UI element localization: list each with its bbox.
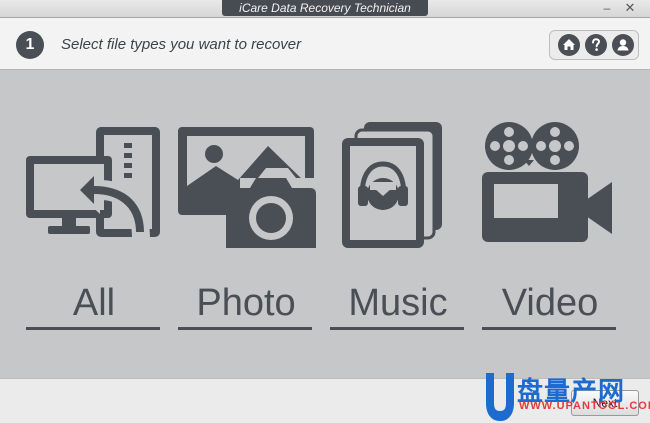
title-bar[interactable]: iCare Data Recovery Technician – ✕ <box>0 0 650 18</box>
file-type-video[interactable]: Video <box>480 120 620 335</box>
home-button[interactable] <box>558 34 580 56</box>
help-icon <box>592 38 601 51</box>
file-type-label: Video <box>501 282 599 324</box>
file-type-label: Music <box>348 282 448 324</box>
watermark-u-logo-icon <box>486 373 514 421</box>
step-number-badge: 1 <box>16 31 44 59</box>
home-icon <box>563 39 575 50</box>
close-button[interactable]: ✕ <box>620 1 640 15</box>
label-underline <box>330 327 464 330</box>
watermark-brand-en: WWW.UPANTOOL.COM <box>519 400 650 412</box>
label-underline <box>178 327 312 330</box>
app-window: iCare Data Recovery Technician – ✕ 1 Sel… <box>0 0 650 423</box>
help-button[interactable] <box>585 34 607 56</box>
step-instruction: Select file types you want to recover <box>61 36 302 53</box>
minimize-button[interactable]: – <box>597 1 617 15</box>
file-type-all[interactable]: All <box>24 120 164 335</box>
file-type-label: Photo <box>196 282 296 324</box>
header-button-group <box>549 30 639 60</box>
label-underline <box>482 327 616 330</box>
account-button[interactable] <box>612 34 634 56</box>
window-title: iCare Data Recovery Technician <box>222 0 428 16</box>
file-type-music[interactable]: Music <box>328 120 468 335</box>
music-headphones-icon <box>342 122 442 248</box>
footer-bar: Next 盘量产网 WWW.UPANTOOL.COM <box>0 373 650 423</box>
file-type-label: All <box>72 282 116 324</box>
file-type-photo[interactable]: Photo <box>176 120 316 335</box>
label-underline <box>26 327 160 330</box>
computer-transfer-icon <box>26 127 160 238</box>
photo-camera-icon <box>178 127 316 248</box>
account-icon <box>617 39 629 51</box>
video-camera-icon <box>482 122 612 242</box>
step-header: 1 Select file types you want to recover <box>0 18 650 70</box>
file-type-panel: All Photo Music Video <box>0 70 650 378</box>
